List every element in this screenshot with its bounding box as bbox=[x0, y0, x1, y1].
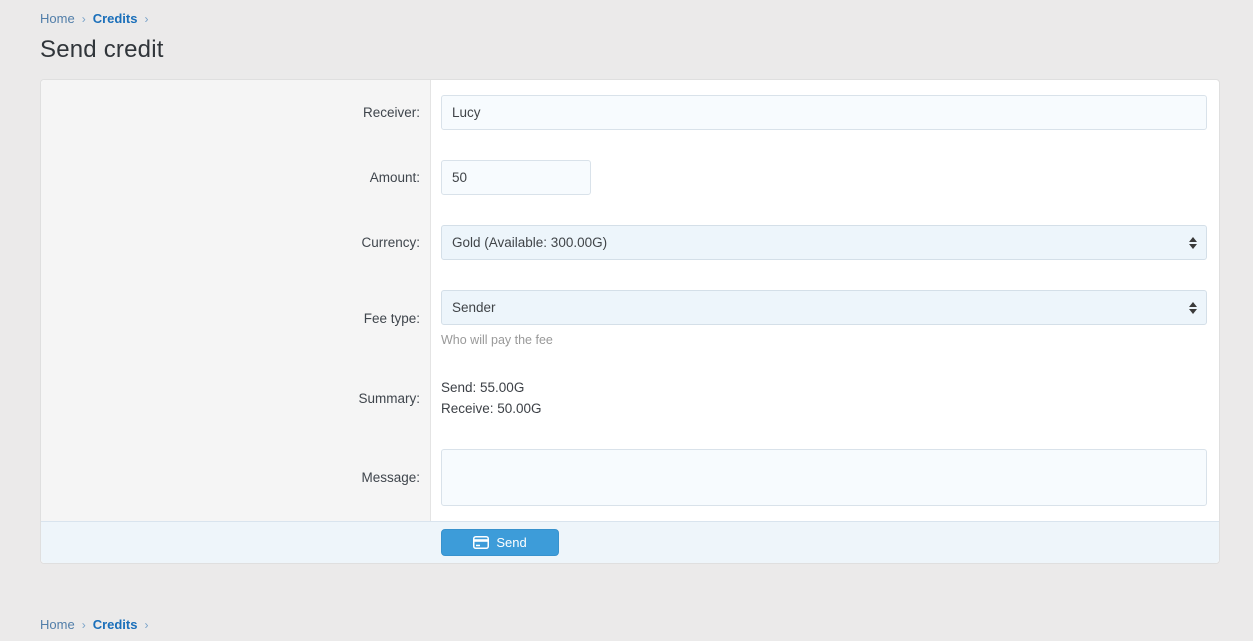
select-arrows-icon bbox=[1189, 237, 1197, 249]
message-label: Message: bbox=[41, 434, 431, 521]
fee-type-cell: Sender Who will pay the fee bbox=[431, 275, 1219, 362]
fee-type-label: Fee type: bbox=[41, 275, 431, 362]
page-title: Send credit bbox=[40, 36, 1253, 64]
select-arrows-icon bbox=[1189, 302, 1197, 314]
message-cell bbox=[431, 434, 1219, 521]
receiver-label: Receiver: bbox=[41, 80, 431, 145]
fee-type-selected-value: Sender bbox=[452, 300, 496, 315]
chevron-right-icon: › bbox=[82, 12, 86, 26]
currency-cell: Gold (Available: 300.00G) bbox=[431, 210, 1219, 275]
breadcrumb-link-home[interactable]: Home bbox=[40, 617, 75, 632]
currency-label: Currency: bbox=[41, 210, 431, 275]
send-button-label: Send bbox=[496, 535, 526, 550]
breadcrumb-link-home[interactable]: Home bbox=[40, 11, 75, 26]
chevron-right-icon: › bbox=[144, 12, 148, 26]
send-button[interactable]: Send bbox=[441, 529, 559, 556]
credit-card-icon bbox=[473, 536, 489, 549]
fee-type-select[interactable]: Sender bbox=[441, 290, 1207, 325]
receiver-cell bbox=[431, 80, 1219, 145]
summary-send-line: Send: 55.00G bbox=[441, 377, 1207, 398]
breadcrumb-bottom: Home › Credits › bbox=[0, 564, 1253, 632]
breadcrumb-link-credits[interactable]: Credits bbox=[93, 617, 138, 632]
summary-receive-line: Receive: 50.00G bbox=[441, 398, 1207, 419]
currency-selected-value: Gold (Available: 300.00G) bbox=[452, 235, 607, 250]
form-grid: Receiver: Amount: Currency: Gold (Availa… bbox=[41, 80, 1219, 521]
receiver-input[interactable] bbox=[441, 95, 1207, 130]
send-credit-form: Receiver: Amount: Currency: Gold (Availa… bbox=[40, 79, 1220, 564]
summary-cell: Send: 55.00G Receive: 50.00G bbox=[431, 362, 1219, 434]
chevron-right-icon: › bbox=[82, 618, 86, 632]
amount-input[interactable] bbox=[441, 160, 591, 195]
breadcrumb-link-credits[interactable]: Credits bbox=[93, 11, 138, 26]
currency-select[interactable]: Gold (Available: 300.00G) bbox=[441, 225, 1207, 260]
message-textarea[interactable] bbox=[441, 449, 1207, 506]
summary-label: Summary: bbox=[41, 362, 431, 434]
fee-type-hint: Who will pay the fee bbox=[441, 333, 1207, 347]
form-footer-bar: Send bbox=[41, 521, 1219, 563]
breadcrumb: Home › Credits › bbox=[0, 0, 1253, 26]
chevron-right-icon: › bbox=[144, 618, 148, 632]
amount-cell bbox=[431, 145, 1219, 210]
amount-label: Amount: bbox=[41, 145, 431, 210]
